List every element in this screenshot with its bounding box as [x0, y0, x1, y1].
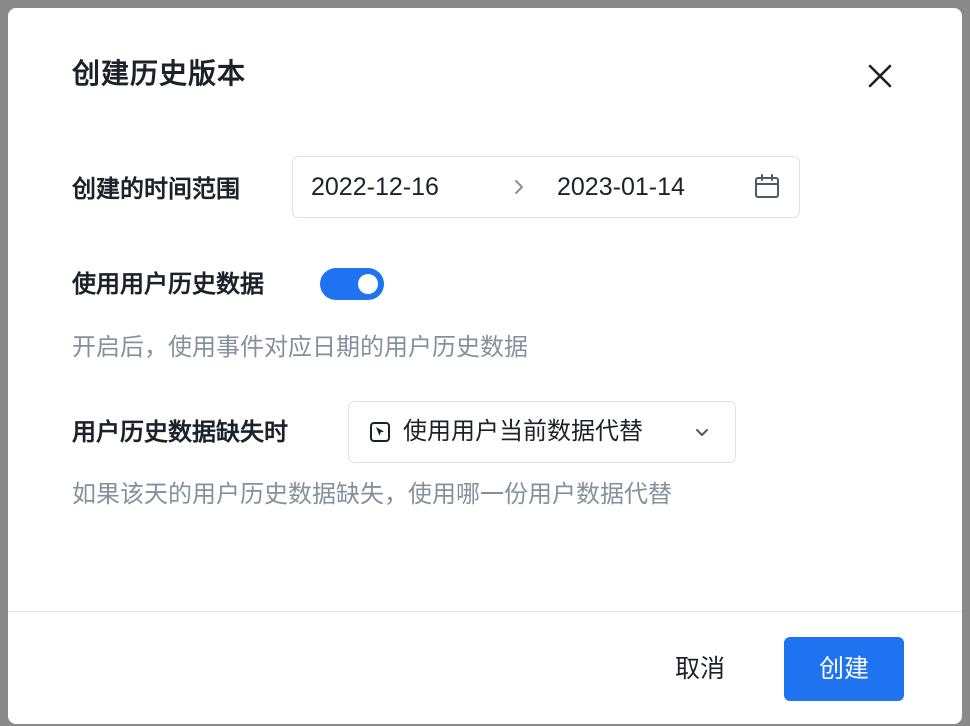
chevron-down-icon [693, 423, 711, 441]
close-icon[interactable] [864, 60, 896, 92]
footer-divider [8, 611, 962, 612]
date-range-picker[interactable]: 2022-12-16 2023-01-14 [292, 156, 800, 218]
end-date[interactable]: 2023-01-14 [557, 172, 685, 202]
cursor-box-icon [369, 421, 391, 443]
cancel-button[interactable]: 取消 [656, 637, 744, 701]
create-history-version-dialog: 创建历史版本 创建的时间范围 2022-12-16 2023-01-14 使用用… [8, 8, 962, 724]
user-history-toggle[interactable] [320, 268, 384, 300]
missing-fallback-select[interactable]: 使用用户当前数据代替 [348, 401, 736, 463]
calendar-icon[interactable] [753, 173, 781, 201]
selected-value: 使用用户当前数据代替 [403, 417, 643, 445]
time-range-label: 创建的时间范围 [72, 175, 240, 203]
toggle-knob [358, 274, 378, 294]
create-button[interactable]: 创建 [784, 637, 904, 701]
missing-fallback-hint: 如果该天的用户历史数据缺失，使用哪一份用户数据代替 [72, 480, 672, 508]
user-history-label: 使用用户历史数据 [72, 270, 264, 298]
user-history-hint: 开启后，使用事件对应日期的用户历史数据 [72, 333, 528, 361]
chevron-right-icon [509, 177, 529, 197]
dialog-title: 创建历史版本 [72, 57, 247, 90]
start-date[interactable]: 2022-12-16 [311, 172, 439, 202]
missing-fallback-label: 用户历史数据缺失时 [72, 418, 288, 446]
